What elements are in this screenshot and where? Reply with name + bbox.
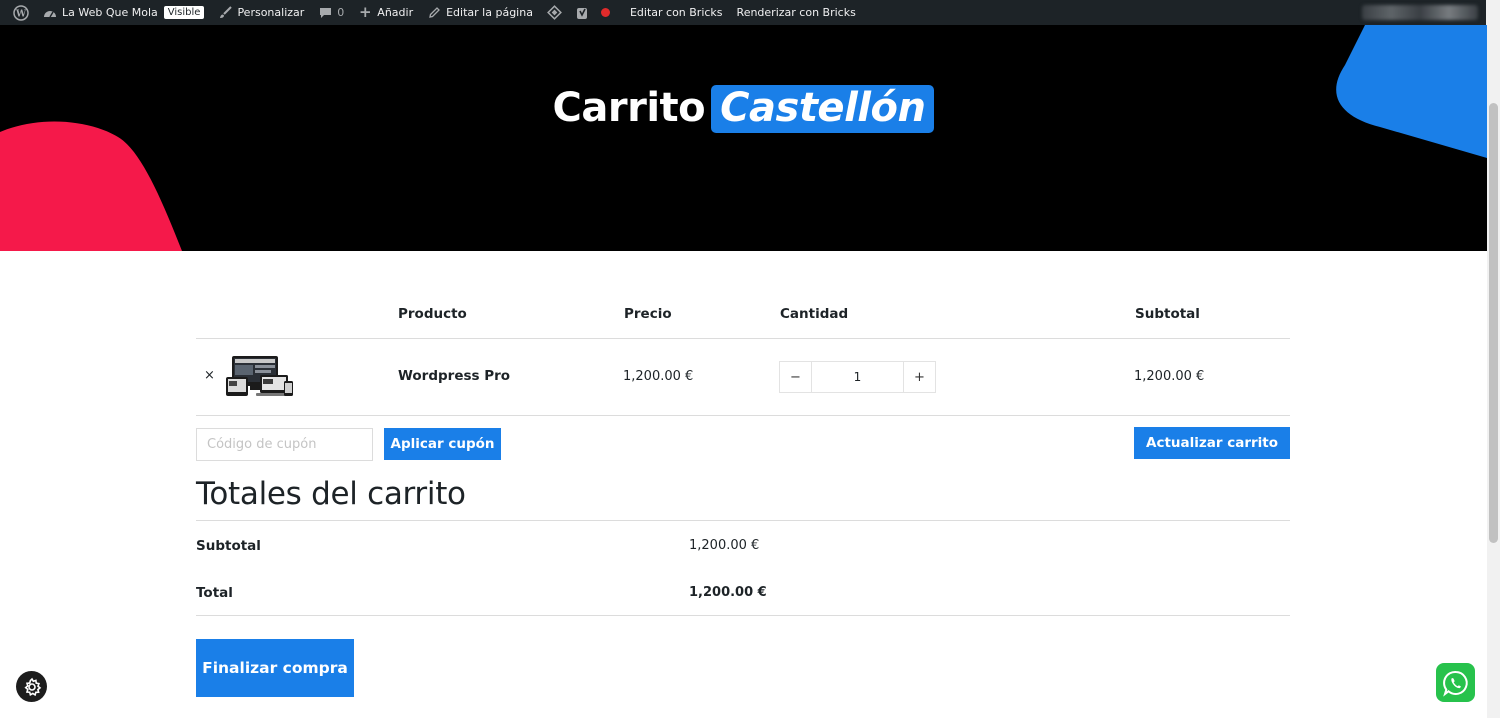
- quantity-stepper: − 1 +: [779, 361, 936, 393]
- paintbrush-icon: [218, 6, 232, 20]
- whatsapp-icon: [1442, 670, 1468, 697]
- subtotal-row: Subtotal 1,200.00 €: [196, 521, 1290, 568]
- page-hero: Carrito Castellón: [0, 25, 1487, 251]
- yoast-icon: [576, 7, 587, 19]
- quantity-increase-button[interactable]: +: [904, 362, 935, 392]
- total-label: Total: [196, 585, 233, 601]
- render-with-bricks-label: Renderizar con Bricks: [736, 6, 856, 19]
- edit-page-link[interactable]: Editar la página: [420, 0, 540, 25]
- product-name-link[interactable]: Wordpress Pro: [398, 368, 510, 384]
- whatsapp-chat-button[interactable]: [1436, 663, 1475, 702]
- render-with-bricks-link[interactable]: Renderizar con Bricks: [730, 0, 863, 25]
- product-subtotal: 1,200.00 €: [1134, 369, 1205, 384]
- diamond-icon: [547, 5, 562, 20]
- site-name: La Web Que Mola: [62, 6, 158, 19]
- cart-item-row: × Wordpress Pro 1,200.00 € − 1 + 1,200.0…: [196, 339, 1290, 416]
- subtotal-label: Subtotal: [196, 538, 261, 554]
- visibility-badge: Visible: [163, 6, 205, 19]
- seo-status-dot: [600, 8, 610, 17]
- cart-totals-table: Subtotal 1,200.00 € Total 1,200.00 €: [196, 520, 1290, 616]
- site-name-menu[interactable]: La Web Que Mola Visible: [36, 0, 211, 25]
- dashboard-icon: [43, 6, 57, 20]
- header-product: Producto: [398, 306, 467, 322]
- pink-decorative-shape: [0, 121, 182, 251]
- product-price: 1,200.00 €: [623, 369, 694, 384]
- yoast-seo-button[interactable]: [569, 0, 623, 25]
- wordpress-logo-button[interactable]: W: [6, 0, 36, 25]
- admin-bar: W La Web Que Mola Visible Personalizar 0…: [0, 0, 1500, 25]
- remove-item-button[interactable]: ×: [204, 368, 215, 383]
- header-subtotal: Subtotal: [1135, 306, 1200, 322]
- page-title-text: Carrito: [552, 85, 706, 131]
- add-new-label: Añadir: [377, 6, 414, 19]
- add-new-menu[interactable]: + Añadir: [351, 0, 420, 25]
- checkout-button[interactable]: Finalizar compra: [196, 639, 354, 697]
- scrollbar-thumb[interactable]: [1489, 103, 1498, 543]
- diamond-plugin-button[interactable]: [540, 0, 569, 25]
- quantity-decrease-button[interactable]: −: [780, 362, 811, 392]
- plus-icon: +: [359, 3, 372, 21]
- header-price: Precio: [624, 306, 672, 322]
- cart-actions: Aplicar cupón Actualizar carrito: [196, 416, 1290, 468]
- comments-count: 0: [337, 6, 345, 19]
- cart-table-header: Producto Precio Cantidad Subtotal: [196, 292, 1290, 339]
- apply-coupon-button[interactable]: Aplicar cupón: [384, 428, 501, 460]
- cart-table: Producto Precio Cantidad Subtotal × Word…: [196, 292, 1290, 468]
- scrollbar-top: [1486, 0, 1500, 25]
- comments-link[interactable]: 0: [311, 0, 351, 25]
- wordpress-logo-icon: W: [13, 4, 29, 21]
- edit-page-label: Editar la página: [446, 6, 533, 19]
- edit-with-bricks-link[interactable]: Editar con Bricks: [623, 0, 730, 25]
- total-row: Total 1,200.00 €: [196, 568, 1290, 615]
- cookie-settings-button[interactable]: [16, 671, 47, 702]
- page-title: Carrito Castellón: [0, 85, 1487, 133]
- coupon-code-input[interactable]: [196, 428, 373, 461]
- total-value: 1,200.00 €: [689, 585, 767, 600]
- customize-label: Personalizar: [237, 6, 305, 19]
- user-account-menu[interactable]: [1362, 5, 1478, 20]
- update-cart-button[interactable]: Actualizar carrito: [1134, 427, 1290, 459]
- comment-icon: [318, 6, 332, 20]
- page-title-highlight: Castellón: [711, 85, 935, 133]
- header-quantity: Cantidad: [780, 306, 849, 322]
- pencil-icon: [427, 6, 441, 20]
- subtotal-value: 1,200.00 €: [689, 538, 760, 553]
- gear-icon: [23, 677, 41, 696]
- customize-link[interactable]: Personalizar: [211, 0, 311, 25]
- page-scrollbar[interactable]: [1487, 25, 1500, 718]
- edit-with-bricks-label: Editar con Bricks: [629, 6, 723, 19]
- quantity-input[interactable]: 1: [811, 362, 904, 392]
- product-thumbnail[interactable]: [226, 355, 294, 399]
- svg-text:W: W: [15, 9, 27, 19]
- cart-totals-heading: Totales del carrito: [196, 476, 466, 512]
